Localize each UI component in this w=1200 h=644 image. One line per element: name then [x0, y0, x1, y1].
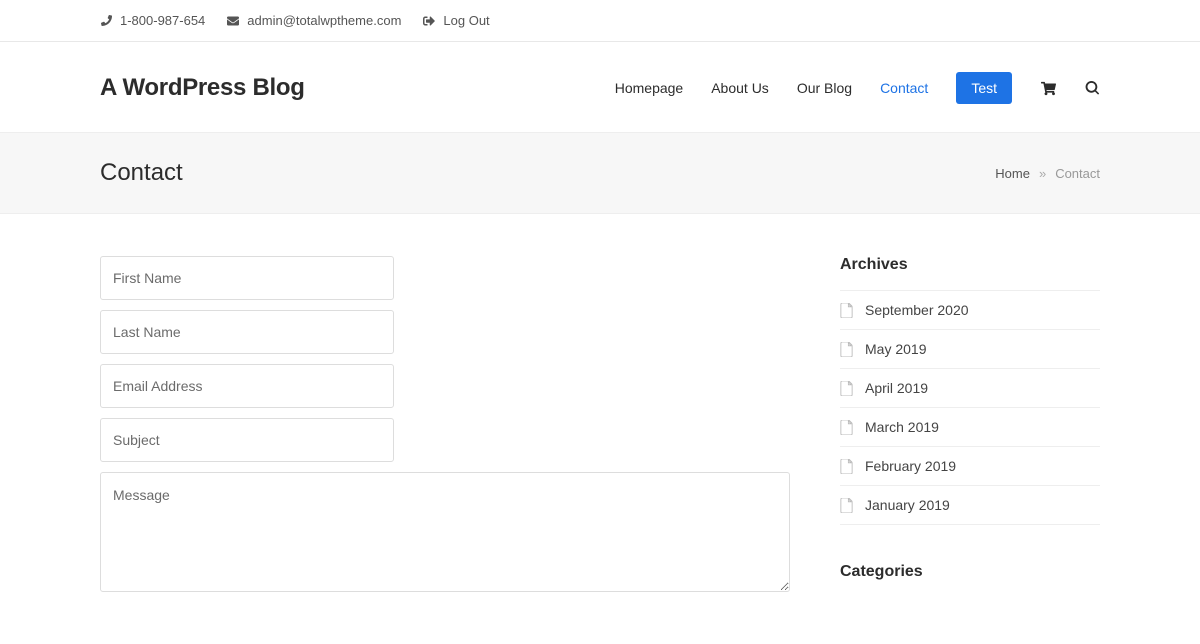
envelope-icon — [227, 15, 239, 27]
subject-input[interactable] — [100, 418, 394, 462]
archive-item-label: January 2019 — [865, 497, 950, 513]
topbar-logout-text: Log Out — [443, 13, 489, 28]
categories-widget: Categories — [840, 563, 1100, 581]
site-title[interactable]: A WordPress Blog — [100, 74, 305, 102]
archive-item-label: September 2020 — [865, 302, 969, 318]
document-icon — [840, 303, 853, 318]
archive-item[interactable]: January 2019 — [840, 486, 1100, 525]
contact-form — [100, 256, 790, 602]
page-title: Contact — [100, 159, 183, 187]
phone-icon — [100, 15, 112, 27]
document-icon — [840, 459, 853, 474]
first-name-input[interactable] — [100, 256, 394, 300]
categories-title: Categories — [840, 563, 1100, 581]
logout-icon — [423, 15, 435, 27]
breadcrumb-current: Contact — [1055, 166, 1100, 181]
breadcrumb-home[interactable]: Home — [995, 166, 1030, 181]
breadcrumb: Home » Contact — [995, 166, 1100, 181]
archive-item[interactable]: February 2019 — [840, 447, 1100, 486]
search-icon[interactable] — [1084, 80, 1100, 96]
nav-contact[interactable]: Contact — [880, 80, 928, 96]
main-nav: Homepage About Us Our Blog Contact Test — [615, 72, 1100, 104]
topbar-email-text: admin@totalwptheme.com — [247, 13, 401, 28]
topbar-phone-text: 1-800-987-654 — [120, 13, 205, 28]
nav-about-us[interactable]: About Us — [711, 80, 769, 96]
breadcrumb-separator: » — [1039, 166, 1046, 181]
document-icon — [840, 381, 853, 396]
archives-widget: Archives September 2020 May 2019 April 2… — [840, 256, 1100, 525]
email-input[interactable] — [100, 364, 394, 408]
topbar: 1-800-987-654 admin@totalwptheme.com Log… — [0, 0, 1200, 42]
content: Archives September 2020 May 2019 April 2… — [100, 214, 1100, 644]
archive-item-label: February 2019 — [865, 458, 956, 474]
archive-item-label: May 2019 — [865, 341, 926, 357]
titlebar: Contact Home » Contact — [0, 132, 1200, 214]
archive-item-label: March 2019 — [865, 419, 939, 435]
archive-item[interactable]: March 2019 — [840, 408, 1100, 447]
archives-title: Archives — [840, 256, 1100, 274]
document-icon — [840, 342, 853, 357]
topbar-email[interactable]: admin@totalwptheme.com — [227, 13, 401, 28]
nav-our-blog[interactable]: Our Blog — [797, 80, 852, 96]
nav-homepage[interactable]: Homepage — [615, 80, 684, 96]
message-input[interactable] — [100, 472, 790, 592]
nav-test-button[interactable]: Test — [956, 72, 1012, 104]
document-icon — [840, 498, 853, 513]
topbar-logout[interactable]: Log Out — [423, 13, 489, 28]
archive-item[interactable]: September 2020 — [840, 291, 1100, 330]
header: A WordPress Blog Homepage About Us Our B… — [0, 42, 1200, 132]
cart-icon[interactable] — [1040, 80, 1056, 96]
archive-item[interactable]: April 2019 — [840, 369, 1100, 408]
document-icon — [840, 420, 853, 435]
last-name-input[interactable] — [100, 310, 394, 354]
sidebar: Archives September 2020 May 2019 April 2… — [840, 256, 1100, 597]
archive-item-label: April 2019 — [865, 380, 928, 396]
archive-item[interactable]: May 2019 — [840, 330, 1100, 369]
archives-list: September 2020 May 2019 April 2019 March… — [840, 290, 1100, 525]
topbar-phone[interactable]: 1-800-987-654 — [100, 13, 205, 28]
